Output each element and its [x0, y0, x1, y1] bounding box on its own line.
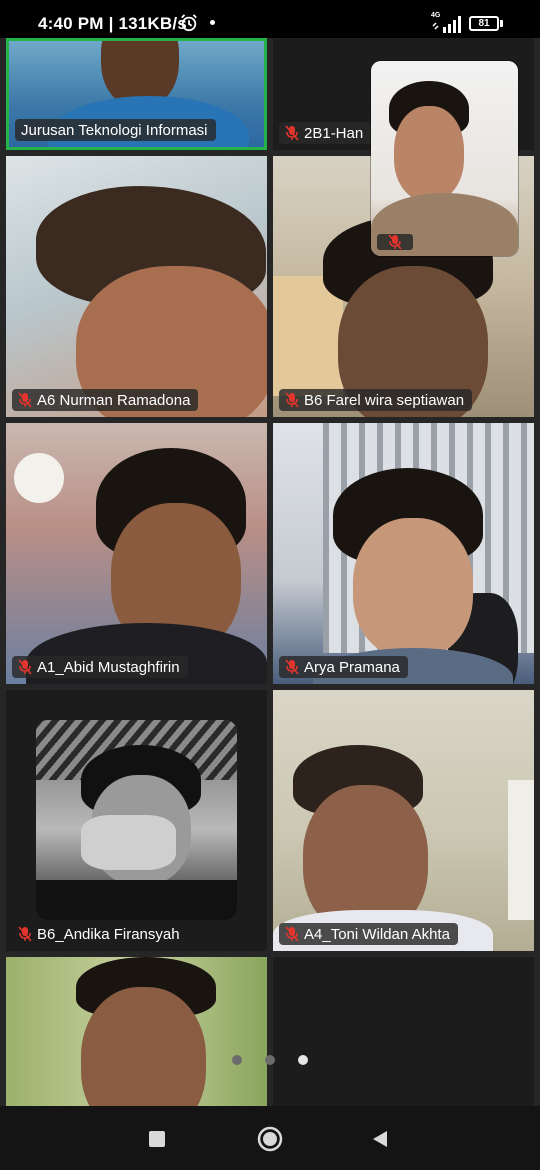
recent-apps-icon[interactable]: [142, 1124, 172, 1154]
car-interior: [36, 880, 237, 920]
page-indicator[interactable]: [0, 1055, 540, 1067]
participant-name-label: 2B1-Han: [279, 122, 372, 144]
video-feed: [273, 423, 534, 684]
video-feed: [273, 690, 534, 951]
participant-tile-arya[interactable]: Arya Pramana: [273, 423, 534, 684]
mic-muted-icon: [285, 125, 299, 141]
mic-muted-icon: [285, 392, 299, 408]
battery-icon: 81: [469, 16, 499, 31]
face: [353, 518, 473, 658]
ceiling-light: [14, 453, 64, 503]
video-feed: [6, 957, 267, 1106]
video-feed: [6, 423, 267, 684]
mic-muted-icon: [18, 659, 32, 675]
participant-name-label: A6 Nurman Ramadona: [12, 389, 199, 411]
participant-tile-a4-toni[interactable]: A4_Toni Wildan Akhta: [273, 690, 534, 951]
profile-picture: [36, 720, 237, 920]
participant-name-label: B6_Andika Firansyah: [12, 923, 188, 945]
mic-muted-icon: [285, 659, 299, 675]
window: [508, 780, 534, 920]
page-dot-1[interactable]: [232, 1055, 242, 1065]
face: [81, 987, 206, 1106]
participant-tile-jurusan[interactable]: Jurusan Teknologi Informasi: [6, 38, 267, 150]
alarm-icon: [181, 14, 197, 32]
participant-name-label: A4_Toni Wildan Akhta: [279, 923, 458, 945]
home-icon[interactable]: [255, 1124, 285, 1154]
page-dot-3-active[interactable]: [298, 1055, 308, 1065]
self-view-thumbnail[interactable]: [371, 61, 518, 256]
signal-icon: [432, 16, 461, 33]
participant-name-label: Arya Pramana: [279, 656, 408, 678]
notification-dot-icon: [210, 20, 215, 25]
status-time: 4:40 PM | 131KB/s: [38, 14, 187, 33]
empty-tile: [273, 957, 534, 1106]
back-icon[interactable]: [365, 1124, 395, 1154]
mic-muted-icon: [285, 926, 299, 942]
participant-tile-a1-abid[interactable]: A1_Abid Mustaghfirin: [6, 423, 267, 684]
participant-name-label: B6 Farel wira septiawan: [279, 389, 473, 411]
self-mute-indicator: [377, 234, 413, 250]
page-dot-2[interactable]: [265, 1055, 275, 1065]
video-feed: [6, 156, 267, 417]
mic-muted-icon: [18, 926, 32, 942]
system-nav-bar: [0, 1106, 540, 1170]
participant-name-label: A1_Abid Mustaghfirin: [12, 656, 188, 678]
self-video-feed: [371, 61, 518, 256]
face-mask: [81, 815, 176, 870]
participant-tile-b6-andika[interactable]: B6_Andika Firansyah: [6, 690, 267, 951]
mic-muted-icon: [18, 392, 32, 408]
participant-name-label: Jurusan Teknologi Informasi: [15, 119, 216, 141]
battery-cap: [500, 20, 503, 27]
participant-tile-a6-nurman[interactable]: A6 Nurman Ramadona: [6, 156, 267, 417]
face: [394, 106, 464, 201]
participant-tile-unnamed[interactable]: [6, 957, 267, 1106]
mic-muted-icon: [388, 234, 402, 250]
